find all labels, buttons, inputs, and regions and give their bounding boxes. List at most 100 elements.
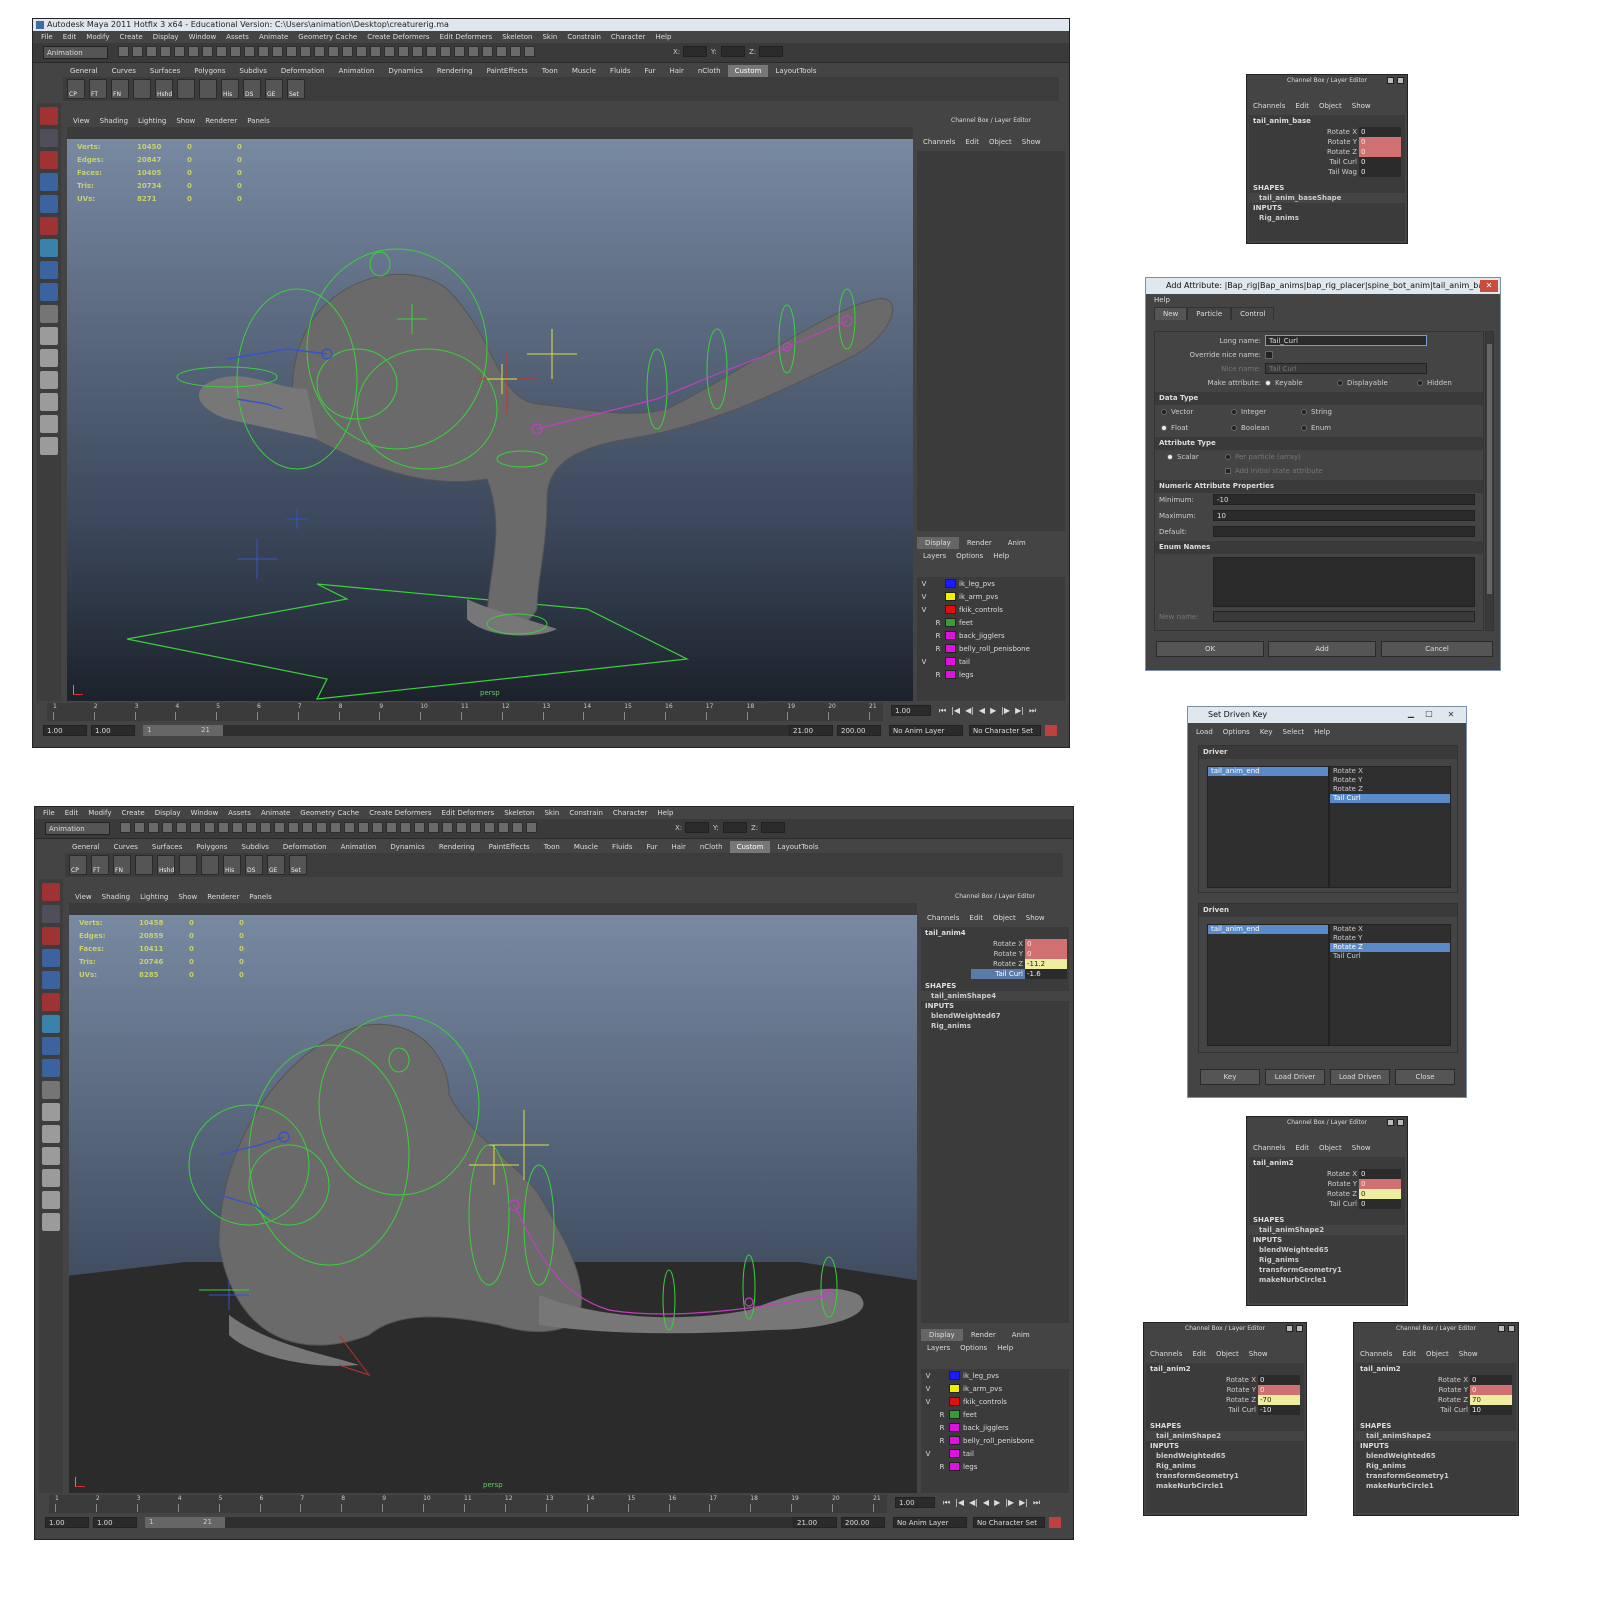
close-icon[interactable]: ✕	[1480, 280, 1498, 292]
channel-name[interactable]: Rotate Y	[1186, 1385, 1258, 1395]
shelf-tab-dynamics[interactable]: Dynamics	[381, 65, 430, 77]
menu-geometry-cache[interactable]: Geometry Cache	[300, 807, 359, 819]
close-icon[interactable]	[1397, 1119, 1404, 1126]
float-icon[interactable]	[1286, 1325, 1293, 1332]
step-forward-key-icon[interactable]: ▶|	[1019, 1498, 1028, 1508]
channel-value[interactable]: 0	[1359, 137, 1401, 147]
layer-color-swatch[interactable]	[949, 1384, 960, 1393]
range-start-field[interactable]: 1.00	[45, 1517, 89, 1528]
layer-name[interactable]: fkik_controls	[959, 606, 1003, 614]
toolbar-icon[interactable]	[176, 822, 187, 833]
step-back-key-icon[interactable]: |◀	[951, 706, 960, 716]
radio-enum[interactable]: Enum	[1301, 421, 1331, 435]
ok-button[interactable]: OK	[1156, 641, 1264, 657]
toolbar-icon[interactable]	[316, 822, 327, 833]
layer-reference-toggle[interactable]: R	[931, 632, 945, 640]
shelf-tab-muscle[interactable]: Muscle	[567, 841, 605, 853]
channel-name[interactable]: Rotate Y	[1289, 137, 1359, 147]
toolbar-icon[interactable]	[188, 46, 199, 57]
layer-row-belly-roll-penisbone[interactable]: Rbelly_roll_penisbone	[921, 1434, 1069, 1447]
layer-row-feet[interactable]: Rfeet	[921, 1408, 1069, 1421]
close-icon[interactable]: ✕	[1442, 709, 1460, 721]
input-node[interactable]: Rig_anims	[1249, 1255, 1405, 1265]
toolbar-icon[interactable]	[510, 46, 521, 57]
layer-color-swatch[interactable]	[949, 1423, 960, 1432]
shelf-tab-layouttools[interactable]: LayoutTools	[768, 65, 823, 77]
cancel-button[interactable]: Cancel	[1381, 641, 1493, 657]
show-manip-icon[interactable]	[42, 1059, 60, 1077]
layer-name[interactable]: ik_arm_pvs	[959, 593, 998, 601]
toolbar-icon[interactable]	[174, 46, 185, 57]
input-z[interactable]	[761, 822, 785, 833]
float-icon[interactable]	[1387, 1119, 1394, 1126]
range-slider[interactable]: 1 21	[143, 725, 819, 736]
object-name[interactable]: tail_anim_base	[1249, 115, 1405, 127]
layer-color-swatch[interactable]	[949, 1410, 960, 1419]
layer-color-swatch[interactable]	[945, 631, 956, 640]
shelf-tab-hair[interactable]: Hair	[662, 65, 690, 77]
layer-visibility-toggle[interactable]: V	[917, 658, 931, 666]
panel-menu-panels[interactable]: Panels	[247, 115, 270, 127]
cb-menu-show[interactable]: Show	[1352, 1141, 1371, 1155]
hypershade-layout-icon[interactable]	[42, 1213, 60, 1231]
close-icon[interactable]	[1296, 1325, 1303, 1332]
shelf-button-icon-3[interactable]	[133, 79, 151, 99]
panel-menu-view[interactable]: View	[75, 891, 92, 903]
data-type-header[interactable]: Data Type	[1155, 392, 1483, 405]
toolbar-icon[interactable]	[344, 822, 355, 833]
channel-value[interactable]: 0	[1359, 167, 1401, 177]
channel-tail-curl[interactable]: Tail Curl 0	[1249, 1199, 1405, 1209]
radio-float[interactable]: Float	[1161, 421, 1188, 435]
layer-row-tail[interactable]: Vtail	[917, 655, 1065, 668]
channel-value[interactable]: -11.2	[1025, 959, 1067, 969]
layer-row-back-jigglers[interactable]: Rback_jigglers	[917, 629, 1065, 642]
shelf-button-hshd[interactable]: Hshd	[155, 79, 173, 99]
layer-name[interactable]: legs	[959, 671, 973, 679]
shelf-tab-hair[interactable]: Hair	[664, 841, 692, 853]
sdk-menu-load[interactable]: Load	[1196, 723, 1213, 741]
toolbar-icon[interactable]	[218, 822, 229, 833]
channel-value[interactable]: -1.6	[1025, 969, 1067, 979]
radio-displayable[interactable]: Displayable	[1337, 376, 1388, 390]
menu-modify[interactable]: Modify	[86, 31, 109, 43]
toolbar-icon[interactable]	[512, 822, 523, 833]
lasso-tool-icon[interactable]	[42, 905, 60, 923]
range-slider-handle[interactable]	[145, 1517, 225, 1528]
last-tool-icon[interactable]	[42, 1081, 60, 1099]
float-icon[interactable]	[1387, 77, 1394, 84]
layer-menu-help[interactable]: Help	[993, 549, 1009, 563]
shelf-button-fn[interactable]: FN	[113, 855, 131, 875]
menu-skin[interactable]: Skin	[542, 31, 557, 43]
toolbar-icon[interactable]	[468, 46, 479, 57]
channel-name[interactable]: Rotate X	[1186, 1375, 1258, 1385]
driver-attr-item[interactable]: Rotate Y	[1330, 776, 1450, 785]
toolbar-icon[interactable]	[356, 46, 367, 57]
input-y[interactable]	[723, 822, 747, 833]
auto-key-icon[interactable]	[1045, 725, 1057, 736]
close-icon[interactable]	[1397, 77, 1404, 84]
toolbar-icon[interactable]	[454, 46, 465, 57]
toolbar-icon[interactable]	[162, 822, 173, 833]
toolbar-icon[interactable]	[328, 46, 339, 57]
layer-reference-toggle[interactable]: R	[935, 1463, 949, 1471]
driver-attribute-list[interactable]: Rotate X Rotate Y Rotate Z Tail Curl	[1329, 766, 1451, 888]
menu-edit[interactable]: Edit	[63, 31, 77, 43]
panel-menu-show[interactable]: Show	[176, 115, 195, 127]
tab-particle[interactable]: Particle	[1187, 307, 1232, 320]
cb-menu-channels[interactable]: Channels	[927, 911, 959, 925]
cb-menu-object[interactable]: Object	[1319, 99, 1342, 113]
graph-layout-icon[interactable]	[42, 1191, 60, 1209]
menu-assets[interactable]: Assets	[226, 31, 249, 43]
layer-name[interactable]: belly_roll_penisbone	[959, 645, 1030, 653]
shelf-button-hshd[interactable]: Hshd	[157, 855, 175, 875]
toolbar-icon[interactable]	[524, 46, 535, 57]
object-name[interactable]: tail_anim2	[1146, 1363, 1304, 1375]
driver-header[interactable]: Driver	[1199, 746, 1457, 759]
layer-color-swatch[interactable]	[945, 644, 956, 653]
input-node[interactable]: blendWeighted65	[1146, 1451, 1304, 1461]
layer-color-swatch[interactable]	[949, 1436, 960, 1445]
numeric-properties-header[interactable]: Numeric Attribute Properties	[1155, 480, 1483, 493]
shelf-tab-layouttools[interactable]: LayoutTools	[770, 841, 825, 853]
viewport-persp[interactable]: Verts: 10450 0 0 Edges: 20847 0 0 Faces: 10405 0 0 T…	[67, 139, 913, 701]
menu-skin[interactable]: Skin	[544, 807, 559, 819]
